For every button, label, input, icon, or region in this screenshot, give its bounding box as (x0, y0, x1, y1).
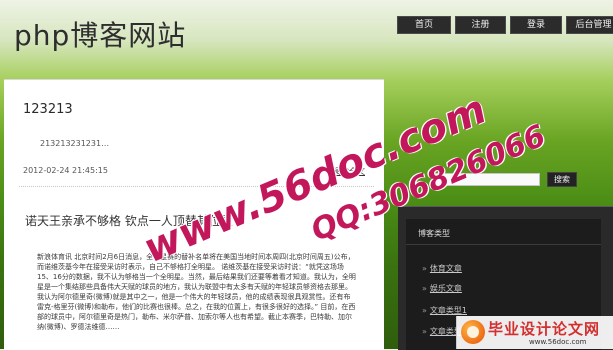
site-badge: 毕业设计论文网 www.56doc.com (456, 316, 613, 349)
category-item[interactable]: » 体育文章 (422, 263, 462, 274)
category-label[interactable]: 文章类型1 (430, 306, 467, 315)
post-title[interactable]: 123213 (23, 102, 73, 117)
main-content: 123213 213213231231… 2012-02-24 21:45:15… (4, 79, 384, 350)
top-nav: 首页 注册 登录 后台管理 (397, 16, 613, 34)
nav-admin[interactable]: 后台管理 (566, 16, 613, 34)
news-title[interactable]: 诺天王亲承不够格 钦点一人顶替其位置 (25, 212, 233, 229)
bullet-icon: » (422, 284, 427, 293)
badge-title: 毕业设计论文网 (488, 320, 601, 338)
search-input[interactable] (433, 173, 540, 186)
bullet-icon: » (422, 327, 427, 336)
category-item[interactable]: » 娱乐文章 (422, 283, 462, 294)
bullet-icon: » (422, 264, 427, 273)
post-date: 2012-02-24 21:45:15 (23, 166, 108, 175)
nav-register[interactable]: 注册 (455, 16, 506, 34)
badge-logo-icon (461, 320, 485, 344)
nav-home[interactable]: 首页 (397, 16, 451, 34)
site-title: php博客网站 (14, 19, 187, 52)
post-excerpt: 213213231231… (40, 139, 110, 148)
category-label[interactable]: 体育文章 (430, 264, 462, 273)
category-title: 博客类型 (418, 229, 450, 238)
category-divider (406, 244, 601, 245)
badge-url: www.56doc.com (529, 338, 587, 346)
bullet-icon: » (422, 306, 427, 315)
nav-login[interactable]: 登录 (510, 16, 562, 34)
search-button[interactable]: 搜索 (547, 172, 577, 187)
news-body: 新浪体育讯 北京时间2月6日消息，全明星赛的替补名单将在美国当地时间本周四(北京… (37, 253, 356, 331)
category-label[interactable]: 娱乐文章 (430, 284, 462, 293)
read-more-link[interactable]: 阅读全文 (333, 166, 365, 177)
category-item[interactable]: » 文章类型1 (422, 305, 467, 316)
post-divider (19, 186, 374, 187)
